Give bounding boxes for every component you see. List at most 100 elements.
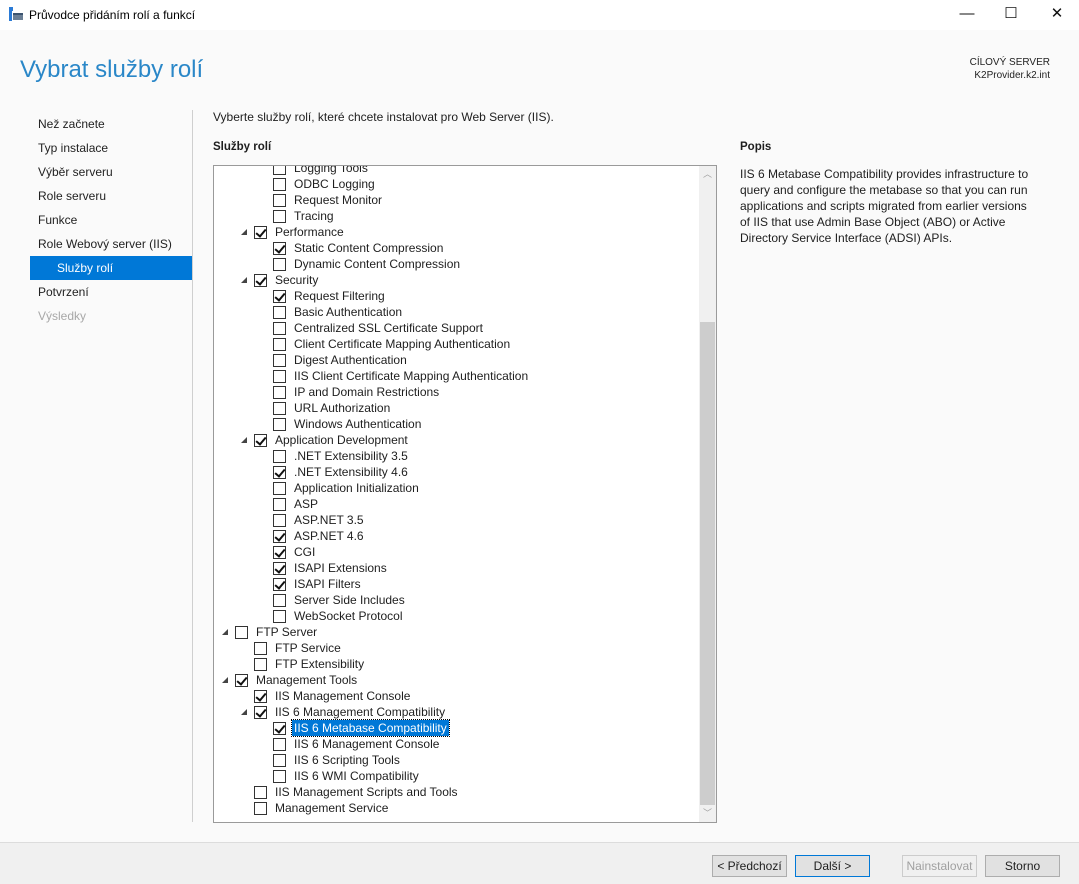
- checkbox[interactable]: [254, 690, 267, 703]
- tree-item[interactable]: .NET Extensibility 4.6: [214, 464, 700, 480]
- checkbox[interactable]: [254, 274, 267, 287]
- checkbox[interactable]: [273, 290, 286, 303]
- checkbox[interactable]: [273, 594, 286, 607]
- scroll-down-icon[interactable]: ﹀: [699, 805, 716, 822]
- checkbox[interactable]: [273, 242, 286, 255]
- tree-item[interactable]: Basic Authentication: [214, 304, 700, 320]
- maximize-button[interactable]: ☐: [988, 0, 1034, 30]
- tree-item[interactable]: IIS 6 Metabase Compatibility: [214, 719, 700, 737]
- checkbox[interactable]: [273, 386, 286, 399]
- expand-arrow-icon[interactable]: [222, 677, 228, 683]
- nav-step[interactable]: Služby rolí: [30, 256, 192, 280]
- expand-arrow-icon[interactable]: [222, 629, 228, 635]
- tree-item[interactable]: Static Content Compression: [214, 240, 700, 256]
- checkbox[interactable]: [273, 210, 286, 223]
- tree-item[interactable]: Tracing: [214, 208, 700, 224]
- tree-item[interactable]: IP and Domain Restrictions: [214, 384, 700, 400]
- tree-item[interactable]: ISAPI Filters: [214, 576, 700, 592]
- expand-arrow-icon[interactable]: [241, 277, 247, 283]
- checkbox[interactable]: [273, 562, 286, 575]
- checkbox[interactable]: [273, 258, 286, 271]
- close-button[interactable]: ✕: [1034, 0, 1079, 30]
- checkbox[interactable]: [273, 338, 286, 351]
- checkbox[interactable]: [273, 354, 286, 367]
- checkbox[interactable]: [254, 226, 267, 239]
- checkbox[interactable]: [273, 450, 286, 463]
- checkbox[interactable]: [273, 306, 286, 319]
- checkbox[interactable]: [273, 370, 286, 383]
- tree-item[interactable]: Digest Authentication: [214, 352, 700, 368]
- checkbox[interactable]: [273, 722, 286, 735]
- tree-item[interactable]: Request Monitor: [214, 192, 700, 208]
- minimize-button[interactable]: —: [944, 0, 990, 30]
- tree-item[interactable]: Management Tools: [214, 672, 700, 688]
- checkbox[interactable]: [235, 626, 248, 639]
- tree-item[interactable]: URL Authorization: [214, 400, 700, 416]
- tree-item[interactable]: Security: [214, 272, 700, 288]
- next-button[interactable]: Další >: [795, 855, 870, 877]
- tree-item[interactable]: IIS 6 Management Console: [214, 736, 700, 752]
- tree-item[interactable]: Request Filtering: [214, 288, 700, 304]
- tree-item[interactable]: Application Initialization: [214, 480, 700, 496]
- vertical-scrollbar[interactable]: ︿ ﹀: [699, 166, 716, 822]
- nav-step[interactable]: Potvrzení: [30, 280, 192, 304]
- tree-item[interactable]: Logging Tools: [214, 166, 700, 176]
- role-services-tree[interactable]: Logging Tools ODBC Logging Request Monitor…: [213, 165, 717, 823]
- checkbox[interactable]: [273, 514, 286, 527]
- tree-item[interactable]: ASP.NET 3.5: [214, 512, 700, 528]
- checkbox[interactable]: [254, 658, 267, 671]
- tree-item[interactable]: CGI: [214, 544, 700, 560]
- checkbox[interactable]: [273, 194, 286, 207]
- tree-item[interactable]: IIS Client Certificate Mapping Authentic…: [214, 368, 700, 384]
- tree-item[interactable]: ODBC Logging: [214, 176, 700, 192]
- tree-item[interactable]: Client Certificate Mapping Authenticatio…: [214, 336, 700, 352]
- nav-step[interactable]: Typ instalace: [30, 136, 192, 160]
- tree-item[interactable]: ASP: [214, 496, 700, 512]
- nav-step[interactable]: Role Webový server (IIS): [30, 232, 192, 256]
- checkbox[interactable]: [273, 482, 286, 495]
- tree-item[interactable]: .NET Extensibility 3.5: [214, 448, 700, 464]
- checkbox[interactable]: [273, 530, 286, 543]
- checkbox[interactable]: [273, 754, 286, 767]
- tree-item[interactable]: IIS 6 Scripting Tools: [214, 752, 700, 768]
- install-button[interactable]: Nainstalovat: [902, 855, 977, 877]
- tree-item[interactable]: Performance: [214, 224, 700, 240]
- checkbox[interactable]: [273, 738, 286, 751]
- tree-item[interactable]: Application Development: [214, 432, 700, 448]
- tree-item[interactable]: FTP Extensibility: [214, 656, 700, 672]
- checkbox[interactable]: [273, 498, 286, 511]
- checkbox[interactable]: [273, 578, 286, 591]
- checkbox[interactable]: [273, 546, 286, 559]
- tree-item[interactable]: IIS Management Scripts and Tools: [214, 784, 700, 800]
- scroll-up-icon[interactable]: ︿: [699, 166, 716, 183]
- tree-item[interactable]: Windows Authentication: [214, 416, 700, 432]
- tree-item[interactable]: FTP Server: [214, 624, 700, 640]
- checkbox[interactable]: [235, 674, 248, 687]
- expand-arrow-icon[interactable]: [241, 229, 247, 235]
- tree-item[interactable]: IIS 6 WMI Compatibility: [214, 768, 700, 784]
- nav-step[interactable]: Než začnete: [30, 112, 192, 136]
- tree-item[interactable]: ASP.NET 4.6: [214, 528, 700, 544]
- scrollbar-thumb[interactable]: [700, 322, 715, 805]
- expand-arrow-icon[interactable]: [241, 709, 247, 715]
- checkbox[interactable]: [273, 322, 286, 335]
- tree-item[interactable]: WebSocket Protocol: [214, 608, 700, 624]
- checkbox[interactable]: [273, 466, 286, 479]
- tree-item[interactable]: IIS 6 Management Compatibility: [214, 704, 700, 720]
- checkbox[interactable]: [254, 642, 267, 655]
- checkbox[interactable]: [273, 610, 286, 623]
- previous-button[interactable]: < Předchozí: [712, 855, 787, 877]
- checkbox[interactable]: [273, 166, 286, 175]
- tree-item[interactable]: Dynamic Content Compression: [214, 256, 700, 272]
- tree-item[interactable]: FTP Service: [214, 640, 700, 656]
- checkbox[interactable]: [254, 786, 267, 799]
- nav-step[interactable]: Funkce: [30, 208, 192, 232]
- checkbox[interactable]: [273, 418, 286, 431]
- cancel-button[interactable]: Storno: [985, 855, 1060, 877]
- checkbox[interactable]: [273, 178, 286, 191]
- checkbox[interactable]: [273, 402, 286, 415]
- tree-item[interactable]: Management Service: [214, 800, 700, 816]
- checkbox[interactable]: [273, 770, 286, 783]
- tree-item[interactable]: Server Side Includes: [214, 592, 700, 608]
- tree-item[interactable]: Centralized SSL Certificate Support: [214, 320, 700, 336]
